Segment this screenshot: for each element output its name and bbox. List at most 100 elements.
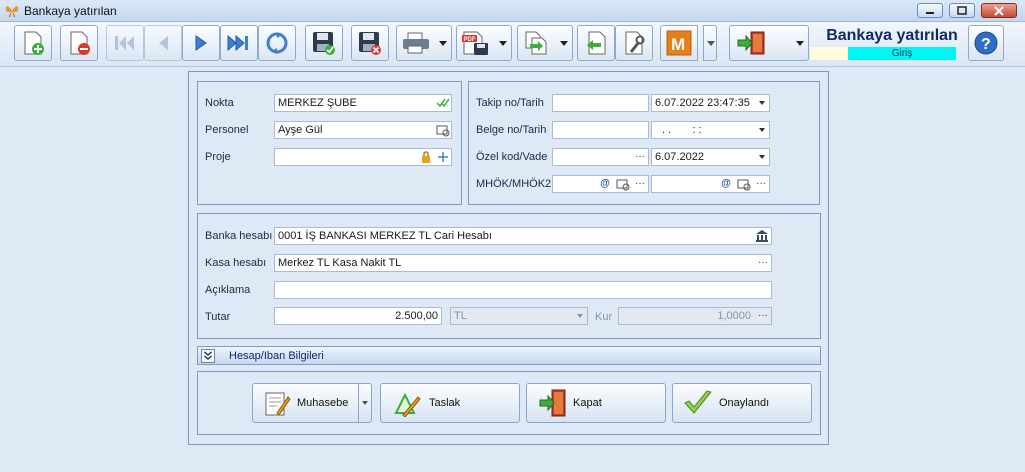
m-module-dropdown[interactable] (703, 25, 717, 61)
ozel-kod-field[interactable]: ··· (552, 148, 649, 166)
mhok1-field[interactable]: @ ··· (552, 175, 649, 193)
delete-document-icon (70, 31, 90, 55)
proje-field[interactable] (274, 148, 452, 166)
vade-field[interactable]: 6.07.2022 (651, 148, 770, 166)
taslak-label: Taslak (429, 397, 461, 409)
m-module-button[interactable]: M (660, 25, 698, 61)
double-chevron-down-icon[interactable] (201, 349, 215, 363)
currency-value: TL (454, 310, 467, 322)
close-icon (994, 5, 1004, 16)
takip-tarih-value: 6.07.2022 23:47:35 (655, 97, 750, 109)
mhok2-field[interactable]: @ ··· (651, 175, 770, 193)
delete-document-button[interactable] (60, 25, 98, 61)
help-button[interactable]: ? (968, 25, 1004, 61)
muhasebe-button[interactable]: Muhasebe (252, 383, 359, 423)
at-icon[interactable]: @ (719, 177, 733, 191)
ellipsis-icon[interactable]: ··· (635, 149, 645, 165)
aciklama-field[interactable] (274, 281, 772, 299)
personel-field[interactable]: Ayşe Gül (274, 121, 452, 139)
chevron-down-icon[interactable] (759, 101, 765, 105)
pdf-export-button[interactable]: PDF (456, 25, 512, 61)
user-lookup-icon[interactable] (737, 177, 751, 191)
save-button[interactable] (305, 25, 343, 61)
exit-button[interactable] (729, 25, 809, 61)
chevron-down-icon[interactable] (759, 128, 765, 132)
printer-icon (403, 32, 429, 54)
takip-tarih-field[interactable]: 6.07.2022 23:47:35 (651, 94, 770, 112)
next-record-icon (195, 35, 207, 51)
maximize-icon (957, 6, 967, 15)
aciklama-label: Açıklama (205, 284, 251, 296)
last-record-button[interactable] (220, 25, 258, 61)
kur-value: 1,0000 (717, 310, 751, 322)
kur-field[interactable]: 1,0000 ··· (618, 307, 772, 325)
wrench-icon (625, 31, 645, 55)
next-record-button[interactable] (182, 25, 220, 61)
svg-text:?: ? (981, 36, 991, 53)
help-icon: ? (974, 31, 998, 55)
mhok-label: MHÖK/MHÖK2 (476, 178, 552, 190)
save-close-icon (359, 32, 381, 55)
first-record-icon (115, 36, 134, 50)
accounting-icon (265, 392, 291, 416)
chevron-down-icon (439, 41, 447, 46)
window-title: Bankaya yatırılan (24, 4, 117, 18)
belge-tarih-field[interactable]: . . : : (651, 121, 770, 139)
nokta-value: MERKEZ ŞUBE (278, 97, 357, 109)
user-lookup-icon[interactable] (616, 177, 630, 191)
at-icon[interactable]: @ (598, 177, 612, 191)
taslak-button[interactable]: Taslak (380, 383, 520, 423)
hesap-iban-section-toggle[interactable]: Hesap/Iban Bilgileri (197, 346, 821, 365)
ellipsis-icon[interactable]: ··· (758, 255, 768, 271)
proje-label: Proje (205, 151, 231, 163)
copy-export-icon (525, 31, 547, 55)
currency-select[interactable]: TL (450, 307, 588, 325)
banka-hesabi-value: 0001 İŞ BANKASI MERKEZ TL Cari Hesabı (278, 230, 492, 242)
takip-label: Takip no/Tarih (476, 97, 544, 109)
tutar-label: Tutar (205, 311, 231, 323)
settings-button[interactable] (615, 25, 653, 61)
save-and-close-button[interactable] (351, 25, 389, 61)
chevron-down-icon (560, 41, 568, 46)
import-document-icon (587, 31, 606, 55)
maximize-button[interactable] (949, 3, 975, 18)
new-document-button[interactable] (14, 25, 52, 61)
minimize-button[interactable] (917, 3, 943, 18)
print-button[interactable] (396, 25, 452, 61)
onaylandi-button[interactable]: Onaylandı (672, 383, 812, 423)
kur-label: Kur (595, 311, 613, 323)
belge-no-field[interactable] (552, 121, 649, 139)
toolbar: PDF M Bankaya yatırılan Giriş ? (0, 22, 1025, 67)
m-logo-icon: M (666, 30, 692, 56)
ellipsis-icon[interactable]: ··· (635, 176, 645, 192)
copy-export-button[interactable] (517, 25, 573, 61)
banka-hesabi-field[interactable]: 0001 İŞ BANKASI MERKEZ TL Cari Hesabı (274, 227, 772, 245)
refresh-icon (266, 32, 288, 54)
tutar-field[interactable]: 2.500,00 (274, 307, 442, 325)
double-check-icon (436, 98, 450, 108)
onaylandi-label: Onaylandı (719, 397, 770, 409)
hesap-iban-section-label: Hesap/Iban Bilgileri (229, 350, 324, 362)
close-window-button[interactable] (981, 3, 1017, 18)
kasa-hesabi-field[interactable]: Merkez TL Kasa Nakit TL ··· (274, 254, 772, 272)
previous-record-button[interactable] (144, 25, 182, 61)
first-record-button[interactable] (106, 25, 144, 61)
kasa-hesabi-label: Kasa hesabı (205, 257, 267, 269)
chevron-down-icon[interactable] (759, 155, 765, 159)
nokta-field[interactable]: MERKEZ ŞUBE (274, 94, 452, 112)
muhasebe-dropdown[interactable] (358, 383, 372, 423)
window-titlebar: Bankaya yatırılan (0, 0, 1025, 22)
muhasebe-label: Muhasebe (297, 397, 349, 409)
takip-no-field[interactable] (552, 94, 649, 112)
import-document-button[interactable] (577, 25, 615, 61)
personel-label: Personel (205, 124, 249, 136)
refresh-button[interactable] (258, 25, 296, 61)
new-document-icon (24, 31, 44, 55)
ellipsis-icon[interactable]: ··· (756, 176, 766, 192)
last-record-icon (227, 34, 248, 52)
bank-icon[interactable] (755, 229, 769, 243)
save-icon (313, 32, 335, 55)
status-bar-left (810, 47, 848, 60)
kapat-button[interactable]: Kapat (526, 383, 666, 423)
plus-icon[interactable] (436, 150, 450, 164)
